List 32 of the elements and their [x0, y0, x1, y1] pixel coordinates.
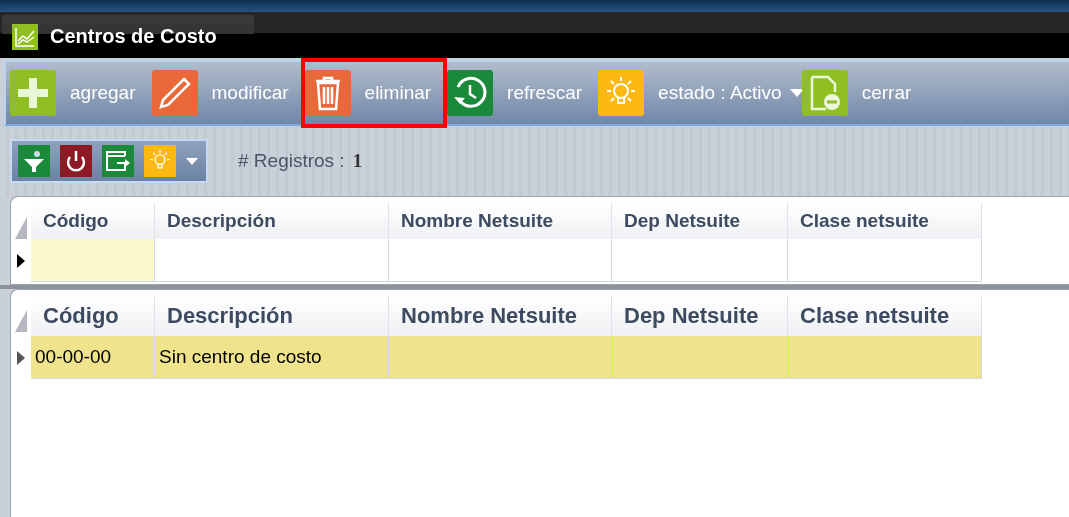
- chart-icon: [12, 23, 38, 50]
- filter-icon[interactable]: [18, 145, 50, 177]
- filter-cell[interactable]: [612, 239, 788, 282]
- row-pointer-icon: [17, 253, 25, 268]
- table-cell: 00-00-00: [31, 336, 155, 379]
- column-header[interactable]: Clase netsuite: [788, 203, 982, 239]
- column-header[interactable]: Código: [31, 296, 155, 336]
- column-header[interactable]: Dep Netsuite: [612, 296, 788, 336]
- column-header[interactable]: Descripción: [155, 203, 389, 239]
- table-cell: Sin centro de costo: [155, 336, 389, 379]
- export-icon[interactable]: [102, 145, 134, 177]
- plus-icon: [16, 76, 50, 110]
- filter-cell[interactable]: [788, 239, 982, 282]
- corner-icon: [15, 310, 27, 332]
- row-pointer-icon: [17, 350, 25, 365]
- record-count: # Registros : 1: [238, 150, 363, 172]
- column-header[interactable]: Código: [31, 203, 155, 239]
- lightbulb-icon[interactable]: [144, 145, 176, 177]
- column-header[interactable]: Dep Netsuite: [612, 203, 788, 239]
- filter-cell[interactable]: [31, 239, 155, 282]
- column-header[interactable]: Clase netsuite: [788, 296, 982, 336]
- corner-icon: [15, 217, 27, 239]
- caret-icon: [789, 89, 804, 97]
- column-header[interactable]: Descripción: [155, 296, 389, 336]
- clock-icon: [452, 75, 489, 111]
- column-header[interactable]: Nombre Netsuite: [389, 203, 612, 239]
- power-icon[interactable]: [60, 145, 92, 177]
- filter-cell[interactable]: [155, 239, 389, 282]
- caret-icon[interactable]: [186, 157, 198, 165]
- pencil-icon: [157, 76, 192, 110]
- column-header[interactable]: Nombre Netsuite: [389, 296, 612, 336]
- filter-cell[interactable]: [389, 239, 612, 282]
